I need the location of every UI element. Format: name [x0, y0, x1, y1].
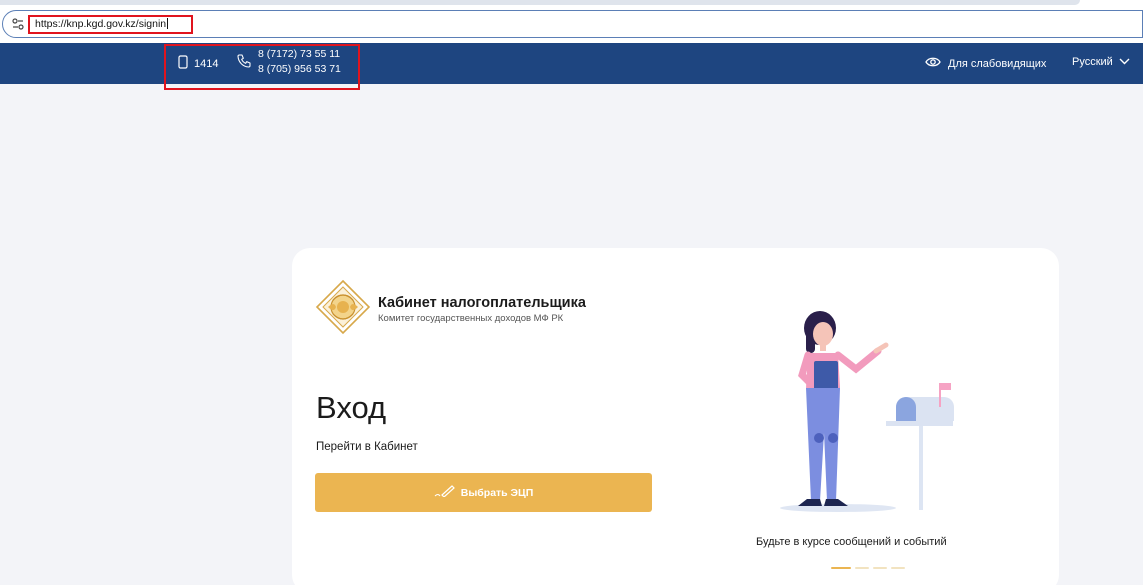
- carousel-dot[interactable]: [831, 567, 851, 569]
- url-text: https://knp.kgd.gov.kz/signin: [35, 18, 167, 30]
- browser-toolbar: https://knp.kgd.gov.kz/signin: [0, 0, 1143, 43]
- phone-number-1: 8 (7172) 73 55 11: [258, 48, 341, 60]
- address-bar[interactable]: https://knp.kgd.gov.kz/signin: [2, 10, 1143, 38]
- phone-contacts[interactable]: 8 (7172) 73 55 11 8 (705) 956 53 71: [236, 47, 341, 77]
- language-label: Русский: [1072, 56, 1113, 68]
- site-info-icon[interactable]: [11, 17, 25, 31]
- signature-pen-icon: [434, 485, 456, 500]
- short-number: 1414: [194, 57, 219, 70]
- low-vision-label: Для слабовидящих: [948, 57, 1047, 70]
- carousel-dot[interactable]: [855, 567, 869, 569]
- brand-title: Кабинет налогоплательщика: [378, 294, 586, 311]
- page-title: Вход: [316, 390, 387, 425]
- text-caret: [167, 18, 169, 29]
- language-select[interactable]: Русский: [1072, 56, 1130, 68]
- brand-text: Кабинет налогоплательщика Комитет госуда…: [378, 295, 586, 325]
- promo-caption: Будьте в курсе сообщений и событий: [756, 536, 947, 548]
- select-ecp-button[interactable]: Выбрать ЭЦП: [315, 473, 652, 512]
- brand-subtitle: Комитет государственных доходов МФ РК: [378, 312, 564, 324]
- carousel-dot[interactable]: [891, 567, 905, 569]
- phone-icon: [236, 53, 252, 72]
- phone-numbers-list: 8 (7172) 73 55 11 8 (705) 956 53 71: [258, 47, 341, 77]
- chevron-down-icon: [1119, 56, 1130, 68]
- low-vision-link[interactable]: Для слабовидящих: [925, 56, 1046, 71]
- phone-number-2: 8 (705) 956 53 71: [258, 63, 341, 75]
- short-number-contact[interactable]: 1414: [178, 55, 218, 72]
- brand-header: Кабинет налогоплательщика Комитет госуда…: [314, 278, 586, 341]
- carousel-indicators: [831, 567, 905, 569]
- select-ecp-label: Выбрать ЭЦП: [460, 486, 534, 499]
- eye-icon: [925, 56, 941, 71]
- mobile-phone-icon: [178, 55, 188, 72]
- top-info-bar: 1414 8 (7172) 73 55 11 8 (705) 956 53 71…: [0, 43, 1143, 90]
- url-field[interactable]: https://knp.kgd.gov.kz/signin: [28, 15, 193, 34]
- kgd-emblem-icon: [314, 278, 372, 341]
- carousel-dot[interactable]: [873, 567, 887, 569]
- login-subtitle: Перейти в Кабинет: [316, 441, 418, 453]
- login-card: Кабинет налогоплательщика Комитет госуда…: [292, 248, 1059, 585]
- woman-mailbox-illustration: [780, 311, 954, 512]
